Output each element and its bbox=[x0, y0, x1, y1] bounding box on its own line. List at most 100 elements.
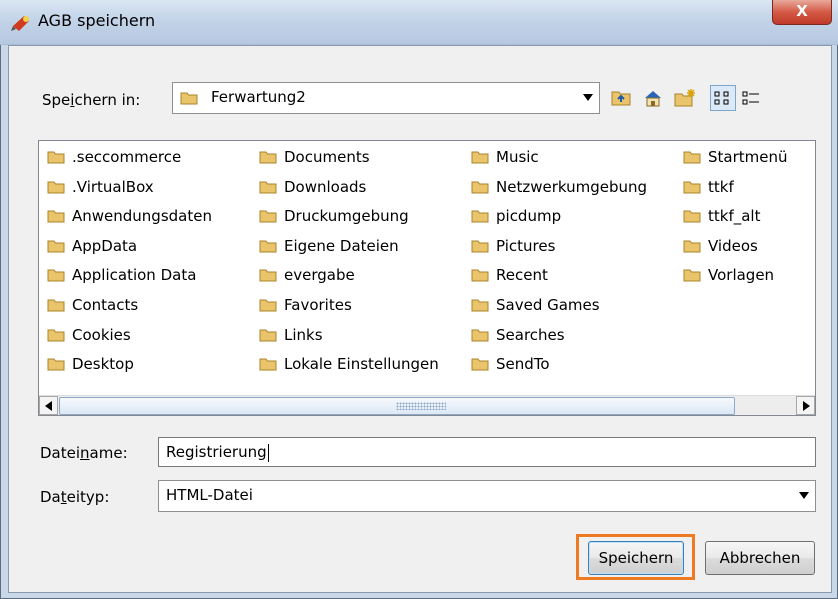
new-folder-button[interactable] bbox=[672, 85, 698, 111]
folder-item[interactable]: Favorites bbox=[259, 291, 352, 319]
filename-input[interactable]: Registrierung bbox=[158, 437, 816, 467]
folder-icon bbox=[180, 92, 198, 105]
folder-item[interactable]: picdump bbox=[471, 202, 561, 230]
cancel-button[interactable]: Abbrechen bbox=[705, 541, 815, 575]
folder-label: Vorlagen bbox=[708, 266, 775, 285]
home-button[interactable] bbox=[640, 85, 666, 111]
chevron-down-icon[interactable] bbox=[583, 94, 593, 101]
folder-icon bbox=[683, 181, 701, 194]
folder-item[interactable]: evergabe bbox=[259, 261, 355, 289]
folder-icon bbox=[471, 269, 489, 282]
folder-item[interactable]: Desktop bbox=[47, 350, 134, 378]
title-bar[interactable]: AGB speichern X bbox=[0, 0, 838, 45]
folder-item[interactable]: SendTo bbox=[471, 350, 550, 378]
folder-label: Contacts bbox=[72, 296, 139, 314]
app-icon bbox=[11, 16, 29, 31]
save-in-value: Ferwartung2 bbox=[211, 88, 306, 106]
folder-icon bbox=[471, 329, 489, 342]
folder-icon bbox=[47, 299, 65, 312]
folder-label: Cookies bbox=[72, 325, 131, 344]
close-button[interactable]: X bbox=[772, 0, 832, 25]
scroll-grip bbox=[396, 402, 446, 410]
folder-item[interactable]: Searches bbox=[471, 321, 565, 349]
folder-icon bbox=[471, 181, 489, 194]
folder-icon bbox=[471, 358, 489, 371]
folder-icon bbox=[471, 151, 489, 164]
folder-item[interactable]: Application Data bbox=[47, 261, 196, 289]
folder-item[interactable]: Saved Games bbox=[471, 291, 600, 319]
folder-item[interactable]: .seccommerce bbox=[47, 143, 181, 171]
filetype-label: Dateityp: bbox=[40, 488, 110, 506]
folder-item[interactable]: Cookies bbox=[47, 321, 131, 349]
folder-label: ttkf bbox=[708, 177, 734, 196]
folder-item[interactable]: Recent bbox=[471, 261, 548, 289]
folder-label: evergabe bbox=[284, 266, 355, 285]
folder-icon bbox=[47, 181, 65, 194]
folder-items: .seccommerce .VirtualBox Anwendungsdaten Ap… bbox=[39, 141, 815, 381]
save-in-combobox[interactable]: Ferwartung2 bbox=[172, 82, 600, 114]
folder-label: Anwendungsdaten bbox=[72, 207, 212, 226]
folder-icon bbox=[259, 240, 277, 253]
save-in-label: Speichern in: bbox=[42, 91, 141, 109]
folder-item[interactable]: .VirtualBox bbox=[47, 173, 154, 201]
details-view-button[interactable] bbox=[738, 85, 764, 111]
folder-icon bbox=[47, 151, 65, 164]
folder-label: Lokale Einstellungen bbox=[284, 355, 439, 374]
folder-item[interactable]: Startmenü bbox=[683, 143, 788, 171]
folder-label: Videos bbox=[708, 236, 758, 255]
chevron-down-icon[interactable] bbox=[799, 492, 809, 499]
up-folder-icon bbox=[611, 91, 631, 106]
details-view-icon bbox=[742, 91, 759, 105]
folder-icon bbox=[683, 269, 701, 282]
folder-item[interactable]: Vorlagen bbox=[683, 261, 774, 289]
folder-item[interactable]: Downloads bbox=[259, 173, 366, 201]
folder-label: Links bbox=[284, 325, 323, 344]
horizontal-scrollbar[interactable] bbox=[39, 395, 815, 415]
folder-item[interactable]: ttkf_alt bbox=[683, 202, 760, 230]
folder-label: AppData bbox=[72, 236, 138, 255]
folder-item[interactable]: Eigene Dateien bbox=[259, 232, 399, 260]
arrow-right-icon bbox=[803, 401, 810, 411]
folder-item[interactable]: Netzwerkumgebung bbox=[471, 173, 647, 201]
folder-icon bbox=[47, 269, 65, 282]
folder-icon bbox=[259, 269, 277, 282]
folder-icon bbox=[259, 210, 277, 223]
filename-value: Registrierung bbox=[166, 443, 267, 461]
folder-label: Desktop bbox=[72, 355, 134, 374]
up-folder-button[interactable] bbox=[608, 85, 634, 111]
folder-item[interactable]: Documents bbox=[259, 143, 370, 171]
scroll-left-button[interactable] bbox=[39, 396, 58, 415]
folder-item[interactable]: Druckumgebung bbox=[259, 202, 409, 230]
folder-label: .VirtualBox bbox=[72, 177, 154, 196]
folder-icon bbox=[471, 240, 489, 253]
folder-label: Documents bbox=[284, 148, 370, 166]
folder-icon bbox=[259, 151, 277, 164]
scroll-right-button[interactable] bbox=[796, 396, 815, 415]
folder-item[interactable]: Lokale Einstellungen bbox=[259, 350, 439, 378]
folder-icon bbox=[683, 210, 701, 223]
folder-label: Recent bbox=[496, 266, 548, 285]
folder-label: SendTo bbox=[496, 355, 550, 374]
list-view-icon bbox=[714, 91, 729, 105]
folder-item[interactable]: Contacts bbox=[47, 291, 138, 319]
folder-item[interactable]: ttkf bbox=[683, 173, 734, 201]
folder-item[interactable]: Anwendungsdaten bbox=[47, 202, 212, 230]
folder-item[interactable]: Links bbox=[259, 321, 323, 349]
folder-label: Startmenü bbox=[708, 148, 788, 166]
folder-label: ttkf_alt bbox=[708, 207, 761, 226]
folder-label: Downloads bbox=[284, 177, 367, 196]
folder-item[interactable]: Music bbox=[471, 143, 539, 171]
folder-icon bbox=[47, 329, 65, 342]
scroll-thumb[interactable] bbox=[59, 397, 735, 415]
list-view-button[interactable] bbox=[710, 85, 736, 111]
save-button-highlight bbox=[576, 534, 695, 580]
folder-item[interactable]: AppData bbox=[47, 232, 137, 260]
folder-icon bbox=[471, 299, 489, 312]
folder-item[interactable]: Videos bbox=[683, 232, 758, 260]
folder-icon bbox=[683, 151, 701, 164]
folder-list[interactable]: .seccommerce .VirtualBox Anwendungsdaten Ap… bbox=[38, 140, 816, 416]
text-caret bbox=[267, 443, 269, 462]
folder-label: picdump bbox=[496, 207, 562, 226]
filetype-select[interactable]: HTML-Datei bbox=[158, 480, 816, 512]
folder-item[interactable]: Pictures bbox=[471, 232, 555, 260]
